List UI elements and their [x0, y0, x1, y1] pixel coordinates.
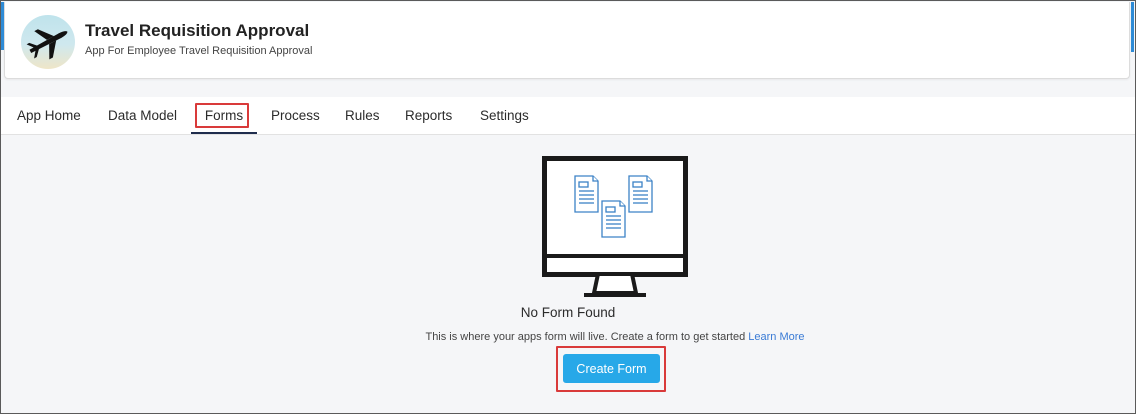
empty-state-title: No Form Found — [520, 305, 616, 320]
empty-state-text: This is where your apps form will live. … — [425, 331, 746, 343]
tab-forms[interactable]: Forms — [191, 97, 257, 134]
learn-more-link[interactable]: Learn More — [748, 331, 804, 343]
tab-data-model[interactable]: Data Model — [108, 97, 177, 134]
app-title: Travel Requisition Approval — [85, 21, 310, 40]
tab-bar: App Home Data Model Forms Process Rules … — [1, 97, 1135, 135]
tab-settings[interactable]: Settings — [480, 97, 529, 134]
empty-state-description: This is where your apps form will live. … — [0, 331, 1136, 343]
tab-rules[interactable]: Rules — [345, 97, 380, 134]
monitor-with-documents-icon — [542, 156, 688, 303]
app-subtitle: App For Employee Travel Requisition Appr… — [85, 45, 313, 57]
app-header: Travel Requisition Approval App For Empl… — [1, 2, 1134, 79]
header-accent-right — [1131, 2, 1134, 52]
create-form-button[interactable]: Create Form — [563, 354, 660, 383]
header-accent-left — [1, 2, 4, 50]
tab-app-home[interactable]: App Home — [17, 97, 81, 134]
tab-process[interactable]: Process — [271, 97, 320, 134]
airplane-icon — [21, 15, 75, 69]
tab-reports[interactable]: Reports — [405, 97, 452, 134]
